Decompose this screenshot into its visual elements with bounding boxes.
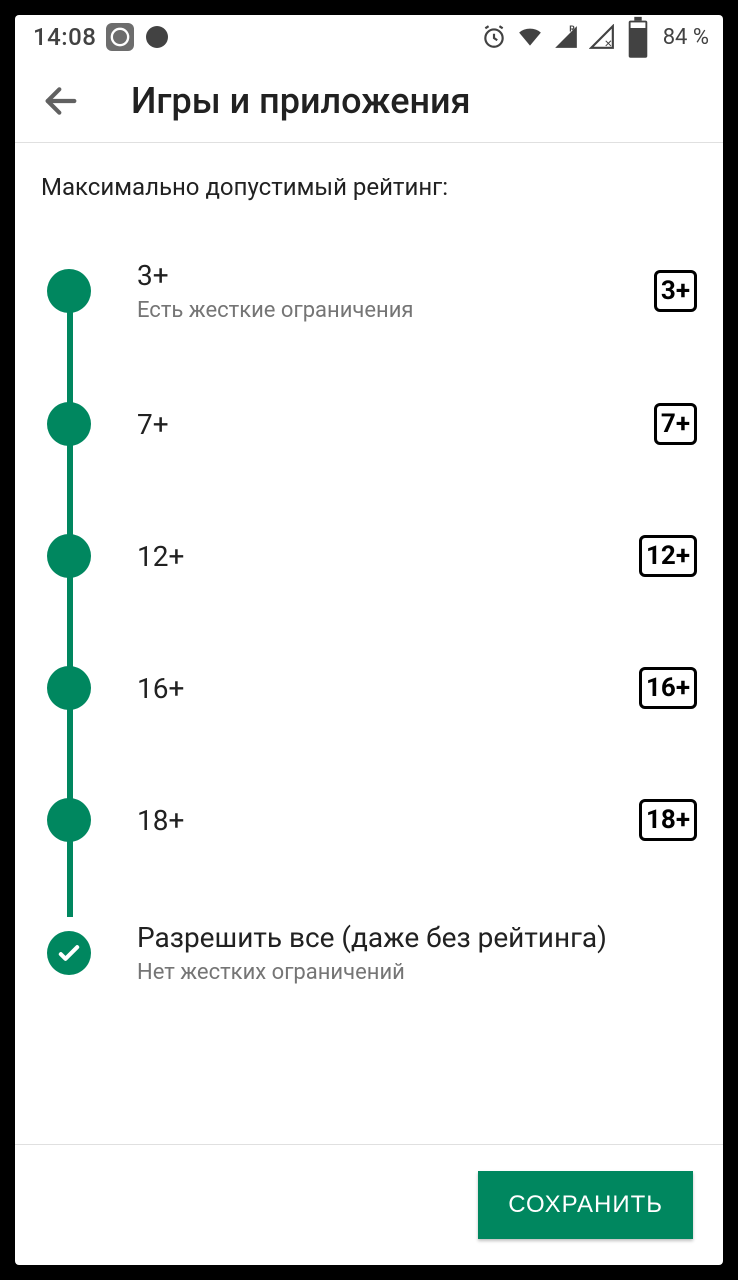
radio-indicator: [47, 666, 91, 710]
option-title: 12+: [137, 540, 639, 573]
page-title: Игры и приложения: [131, 80, 471, 122]
signal-icon: R: [553, 24, 579, 50]
check-icon: [55, 939, 83, 967]
age-badge-icon: 12+: [639, 535, 697, 577]
age-badge-icon: 7+: [654, 403, 697, 445]
battery-icon: [625, 24, 651, 50]
mi-icon: [106, 23, 134, 51]
radio-indicator: [47, 931, 91, 975]
rating-option-3plus[interactable]: 3+ Есть жесткие ограничения 3+: [41, 259, 697, 323]
rating-options: 3+ Есть жесткие ограничения 3+ 7+ 7+: [41, 259, 697, 985]
arrow-left-icon: [41, 81, 81, 121]
rating-option-7plus[interactable]: 7+ 7+: [41, 393, 697, 455]
section-label: Максимально допустимый рейтинг:: [41, 173, 697, 201]
footer: СОХРАНИТЬ: [15, 1144, 723, 1265]
battery-percentage: 84 %: [663, 25, 709, 50]
status-bar: 14:08 R ✕ 84 %: [15, 15, 723, 59]
radio-indicator: [47, 798, 91, 842]
back-button[interactable]: [31, 71, 91, 131]
svg-text:R: R: [569, 25, 575, 35]
option-subtitle: Нет жестких ограничений: [137, 960, 697, 985]
option-title: 16+: [137, 672, 639, 705]
radio-indicator: [47, 269, 91, 313]
wifi-icon: [517, 24, 543, 50]
age-badge-icon: 3+: [654, 270, 697, 312]
status-time: 14:08: [33, 23, 96, 51]
rating-option-12plus[interactable]: 12+ 12+: [41, 525, 697, 587]
option-title: 18+: [137, 804, 639, 837]
age-badge-icon: 16+: [639, 667, 697, 709]
rating-option-allow-all[interactable]: Разрешить все (даже без рейтинга) Нет же…: [41, 921, 697, 985]
option-title: Разрешить все (даже без рейтинга): [137, 921, 697, 954]
rating-option-16plus[interactable]: 16+ 16+: [41, 657, 697, 719]
option-title: 3+: [137, 259, 654, 292]
save-button[interactable]: СОХРАНИТЬ: [478, 1171, 693, 1239]
option-subtitle: Есть жесткие ограничения: [137, 298, 654, 323]
age-badge-icon: 18+: [639, 799, 697, 841]
alarm-icon: [481, 24, 507, 50]
rating-option-18plus[interactable]: 18+ 18+: [41, 789, 697, 851]
alarm-filled-icon: [144, 24, 170, 50]
radio-indicator: [47, 534, 91, 578]
app-bar: Игры и приложения: [15, 59, 723, 143]
radio-indicator: [47, 402, 91, 446]
signal-nodata-icon: ✕: [589, 24, 615, 50]
option-title: 7+: [137, 408, 654, 441]
svg-text:✕: ✕: [604, 39, 612, 50]
